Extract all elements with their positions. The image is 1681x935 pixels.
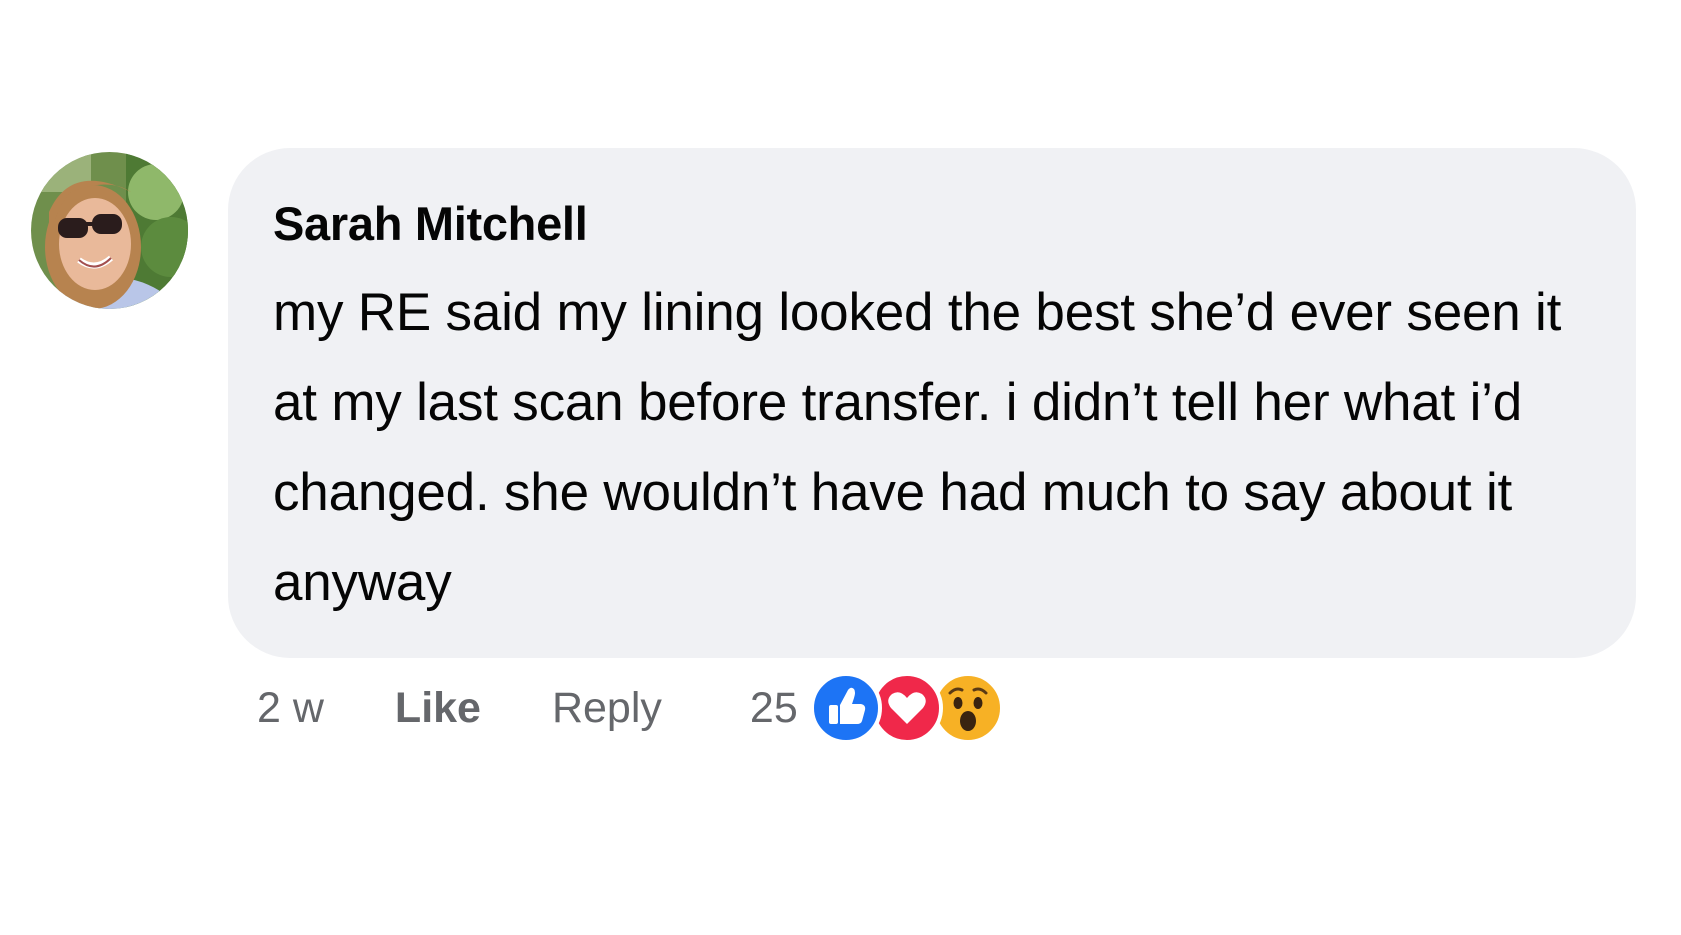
author-name[interactable]: Sarah Mitchell (273, 196, 1576, 252)
comment-actions: 2 w Like Reply 25 (257, 670, 1004, 746)
reply-button[interactable]: Reply (552, 684, 662, 733)
avatar[interactable] (31, 152, 188, 309)
like-button[interactable]: Like (395, 684, 481, 733)
timestamp[interactable]: 2 w (257, 684, 324, 733)
comment-row: Sarah Mitchell my RE said my lining look… (0, 0, 1681, 935)
comment-text: my RE said my lining looked the best she… (273, 283, 1562, 612)
avatar-photo (31, 152, 188, 309)
reaction-count: 25 (749, 683, 798, 732)
reactions-summary[interactable]: 25 (749, 672, 1004, 744)
like-icon (809, 672, 882, 744)
comment-bubble: Sarah Mitchell my RE said my lining look… (228, 148, 1636, 658)
reaction-icons (809, 672, 1004, 744)
